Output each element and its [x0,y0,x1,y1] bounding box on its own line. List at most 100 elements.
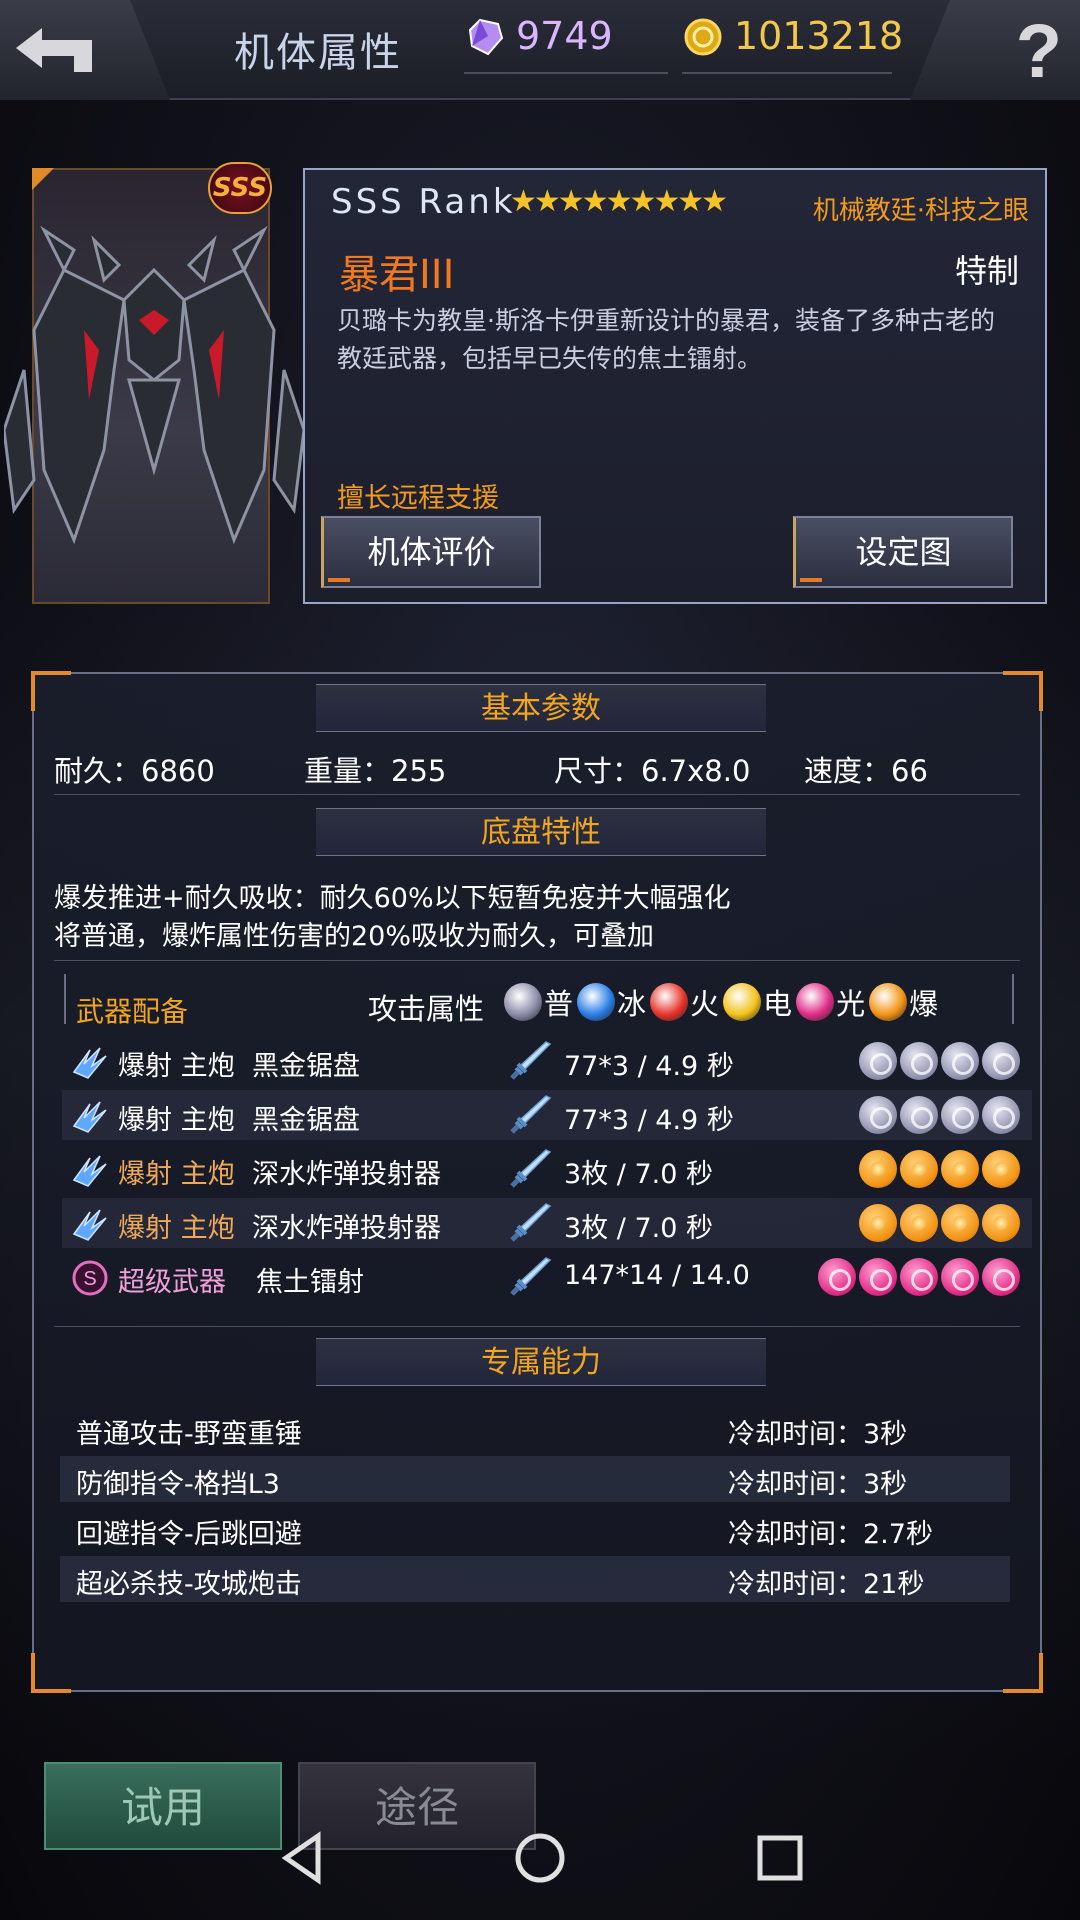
element-slots [856,1204,1020,1242]
ability-cooldown: 冷却时间：2.7秒 [728,1519,933,1550]
chassis-line: 将普通，爆炸属性伤害的20%吸收为耐久，可叠加 [54,921,655,952]
weapon-row[interactable]: 爆射 主炮 深水炸弹投射器 3枚 / 7.0 秒 [62,1198,1032,1248]
divider [54,960,1020,961]
gem-icon [468,18,504,56]
back-triangle-icon[interactable] [272,1828,332,1888]
home-circle-icon[interactable] [510,1828,570,1888]
pink-element-icon [941,1258,979,1296]
speed-value: 速度：66 [804,754,928,788]
weapon-type: 爆射 主炮 [118,1051,235,1082]
orange-element-icon [859,1150,897,1188]
weapon-name: 深水炸弹投射器 [252,1159,441,1190]
mech-portrait[interactable] [4,168,304,604]
system-nav-bar [0,1816,1080,1920]
coin-counter: 1013218 [682,14,903,74]
weapon-type: 爆射 主炮 [118,1105,235,1136]
weapon-row[interactable]: S 超级武器 焦土镭射 147*14 / 14.0 [62,1252,1032,1302]
chassis-traits: 爆发推进+耐久吸收：耐久60%以下短暂免疫并大幅强化 将普通，爆炸属性伤害的20… [54,880,1024,956]
rank-badge-text: SSS [212,173,268,203]
help-button[interactable]: ? [910,0,1080,100]
pink-element-icon [900,1258,938,1296]
orange-element-icon [900,1204,938,1242]
top-bar: 机体属性 9749 1013218 ? [0,0,1080,100]
rank-label: SSS Rank [331,182,516,222]
ability-row[interactable]: 超必杀技-攻城炮击 冷却时间：21秒 [60,1556,1010,1602]
divider [54,794,1020,795]
divider [54,1326,1020,1327]
ability-cooldown: 冷却时间：3秒 [728,1419,908,1450]
weapon-name: 深水炸弹投射器 [252,1213,441,1244]
orange-element-icon [941,1150,979,1188]
mech-type: 特制 [954,252,1019,290]
mech-name: 暴君III [339,252,455,298]
stats-panel: 基本参数 耐久：6860 重量：255 尺寸：6.7x8.0 速度：66 底盘特… [31,671,1043,1693]
ability-row[interactable]: 防御指令-格挡L3 冷却时间：3秒 [60,1456,1010,1502]
ability-name: 防御指令-格挡L3 [76,1469,280,1500]
sword-icon [510,1257,552,1296]
weapon-stat: 77*3 / 4.9 秒 [564,1105,734,1136]
ability-name: 超必杀技-攻城炮击 [76,1569,302,1600]
weight-value: 重量：255 [304,754,447,788]
ability-row[interactable]: 普通攻击-野蛮重锤 冷却时间：3秒 [60,1406,1010,1452]
sword-icon [510,1149,552,1188]
attack-attribute-title: 攻击属性 [368,992,485,1026]
faction-label: 机械教廷·科技之眼 [812,196,1029,226]
back-arrow-icon [16,28,92,72]
weapon-row[interactable]: 爆射 主炮 深水炸弹投射器 3枚 / 7.0 秒 [62,1144,1032,1194]
pink-element-icon [982,1258,1020,1296]
chassis-title: 底盘特性 [481,815,601,850]
element-label: 冰 [617,987,647,1021]
weapon-row[interactable]: 爆射 主炮 黑金锯盘 77*3 / 4.9 秒 [62,1090,1032,1140]
gray-element-icon [982,1096,1020,1134]
gray-element-icon [859,1096,897,1134]
rank-badge: SSS [208,162,272,214]
element-1: 冰 [577,981,646,1023]
weapon-name: 焦土镭射 [256,1267,364,1298]
element-icon [796,983,835,1021]
orange-element-icon [982,1204,1020,1242]
coin-icon [684,18,722,56]
weapon-type: 爆射 主炮 [118,1213,235,1244]
blaster-icon [72,1155,107,1187]
mech-evaluation-label: 机体评价 [367,533,496,571]
element-label: 电 [763,987,793,1021]
panel-corner [1003,1653,1043,1693]
recents-square-icon[interactable] [750,1828,810,1888]
element-icon [869,983,908,1021]
pink-element-icon [818,1258,856,1296]
design-art-label: 设定图 [855,533,952,571]
element-label: 光 [836,987,866,1021]
element-label: 普 [544,987,574,1021]
ability-row[interactable]: 回避指令-后跳回避 冷却时间：2.7秒 [60,1506,1010,1552]
svg-text:S: S [83,1268,96,1290]
gray-element-icon [900,1096,938,1134]
size-value: 尺寸：6.7x8.0 [554,754,751,788]
sword-icon [510,1203,552,1242]
design-art-button[interactable]: 设定图 [793,516,1013,588]
mech-evaluation-button[interactable]: 机体评价 [321,516,541,588]
ability-name: 普通攻击-野蛮重锤 [76,1419,302,1450]
sword-icon [510,1095,552,1134]
element-0: 普 [504,981,573,1023]
weapon-type: 爆射 主炮 [118,1159,235,1190]
basic-params-header: 基本参数 [316,684,766,732]
element-legend: 普 冰火 电 光爆 [504,980,942,1024]
weapon-stat: 147*14 / 14.0 [564,1260,750,1291]
blaster-icon [72,1047,107,1079]
element-2: 火 [650,981,719,1023]
gray-element-icon [900,1042,938,1080]
mech-image [4,225,304,545]
basic-params-title: 基本参数 [481,691,601,726]
element-5: 爆 [869,981,938,1023]
orange-element-icon [859,1204,897,1242]
abilities-header: 专属能力 [316,1338,766,1386]
chassis-line: 爆发推进+耐久吸收：耐久60%以下短暂免疫并大幅强化 [54,883,731,914]
weapons-title: 武器配备 [76,995,189,1028]
ability-cooldown: 冷却时间：3秒 [728,1469,908,1500]
gray-element-icon [941,1042,979,1080]
super-weapon-icon: S [72,1260,108,1296]
back-button[interactable] [0,0,170,100]
weapon-row[interactable]: 爆射 主炮 黑金锯盘 77*3 / 4.9 秒 [62,1036,1032,1086]
panel-corner [1003,671,1043,711]
durability-value: 耐久：6860 [54,754,215,788]
